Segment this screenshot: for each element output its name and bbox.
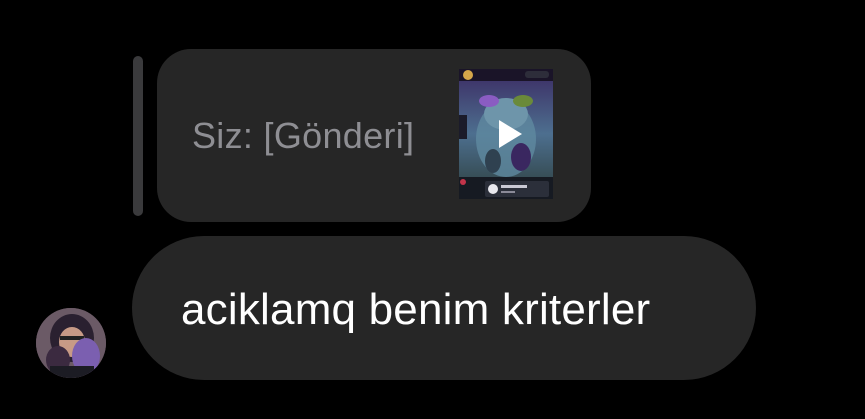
reply-label: Siz: [Gönderi]	[192, 115, 414, 157]
video-post-thumbnail[interactable]	[459, 69, 553, 199]
avatar-image	[36, 308, 106, 378]
chat-thread: Siz: [Gönderi] aciklamq benim kriterler	[0, 0, 865, 419]
reply-content: [Gönderi]	[263, 115, 415, 156]
play-icon	[499, 120, 522, 148]
replied-post-bubble[interactable]: Siz: [Gönderi]	[157, 49, 591, 222]
profile-avatar[interactable]	[36, 308, 106, 378]
reply-prefix: Siz:	[192, 115, 254, 156]
reply-indicator-bar	[133, 56, 143, 216]
message-text: aciklamq benim kriterler	[181, 285, 651, 334]
message-bubble[interactable]: aciklamq benim kriterler	[132, 236, 756, 380]
